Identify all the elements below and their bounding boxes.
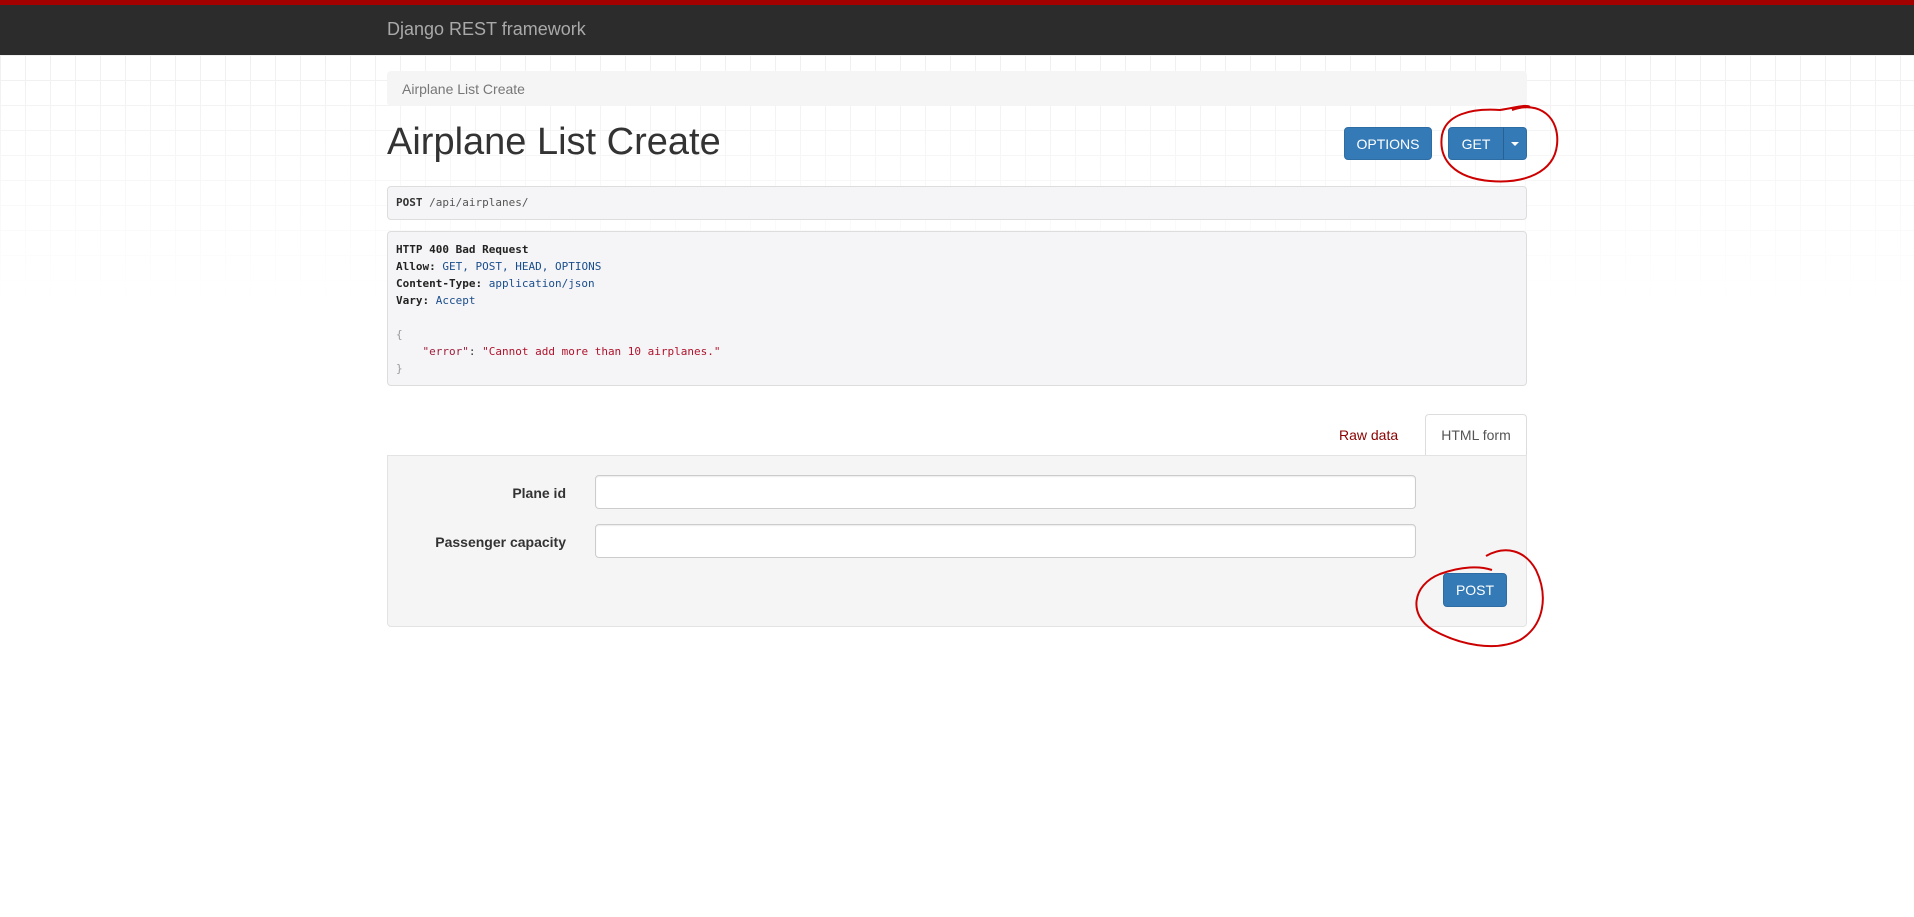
json-key: "error" [422,345,469,358]
options-button[interactable]: OPTIONS [1344,127,1432,160]
json-separator: : [468,345,483,358]
passenger-capacity-label: Passenger capacity [435,534,566,550]
json-error-value: "Cannot add more than 10 airplanes." [482,345,721,358]
json-error-line: "error": "Cannot add more than 10 airpla… [396,343,1518,360]
html-form: Plane id Passenger capacity POST [387,455,1527,627]
get-button[interactable]: GET [1448,127,1504,160]
content-container: Airplane List Create Airplane List Creat… [387,0,1527,917]
page-title: Airplane List Create [387,121,721,163]
tab-raw-data[interactable]: Raw data [1339,427,1398,443]
response-header-content-type: Content-Type: application/json [396,277,595,290]
response-blank-line [396,309,1518,326]
breadcrumb-item-current: Airplane List Create [402,81,525,97]
tab-html-form[interactable]: HTML form [1425,414,1527,456]
request-info: POST /api/airplanes/ [387,186,1527,220]
json-open-brace: { [396,328,403,341]
breadcrumb: Airplane List Create [387,71,1527,106]
passenger-capacity-input[interactable] [595,524,1416,558]
plane-id-label: Plane id [512,485,566,501]
caret-down-icon [1511,141,1519,146]
request-line: POST /api/airplanes/ [396,196,1518,209]
plane-id-input[interactable] [595,475,1416,509]
response-status: HTTP 400 Bad Request [396,243,529,256]
json-close-brace: } [396,362,403,375]
response-content: HTTP 400 Bad Request Allow: GET, POST, HE… [396,241,1518,377]
get-format-dropdown-toggle[interactable] [1503,127,1527,160]
post-button[interactable]: POST [1443,573,1507,607]
request-path: /api/airplanes/ [429,196,529,209]
response-info: HTTP 400 Bad Request Allow: GET, POST, HE… [387,231,1527,386]
response-header-allow: Allow: GET, POST, HEAD, OPTIONS [396,260,602,273]
content-tabs: Raw data HTML form [387,414,1527,456]
response-header-vary: Vary: Accept [396,294,476,307]
request-method: POST [396,196,423,209]
